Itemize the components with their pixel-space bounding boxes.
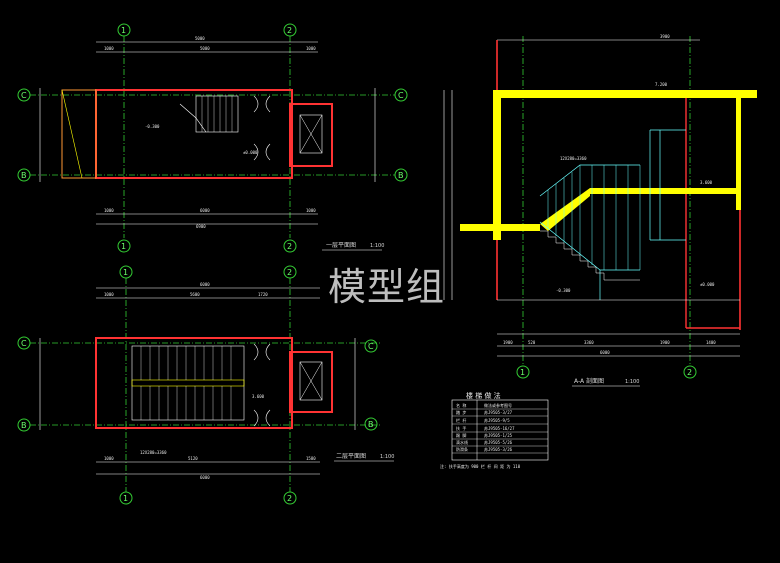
- plan2-dim-total-top: 6000: [200, 282, 210, 287]
- axis-c-left-label: C: [21, 91, 27, 100]
- table-row-6-name: 防滑条: [456, 446, 468, 452]
- plan2-axis-b-left: B: [21, 421, 27, 430]
- plan2-axis-2-top: 2: [287, 268, 292, 277]
- plan2-dim-top-1: 1000: [104, 292, 114, 297]
- plan2-axis-2-bottom: 2: [287, 494, 292, 503]
- table-row-2-name: 栏 杆: [456, 417, 466, 423]
- table-row-3-ref: 苏J9505-16/27: [484, 425, 515, 431]
- plan2-axis-1-bottom: 1: [123, 494, 128, 503]
- axis-c-right-label: C: [398, 91, 404, 100]
- axis-1-top-label: 1: [121, 26, 126, 35]
- table-row-3-name: 扶 手: [456, 425, 466, 431]
- plan2-axis-c-left: C: [21, 339, 27, 348]
- table-row-6-ref: 苏J9505-3/26: [484, 446, 513, 452]
- table-row-4-name: 踢 脚: [456, 432, 466, 438]
- plan1-dim-bottom-2: 6000: [200, 208, 210, 213]
- section-dim-5: 1400: [706, 340, 716, 345]
- table-header-ref: 做法或参考图号: [484, 402, 512, 408]
- section-dim-total: 6000: [600, 350, 610, 355]
- cad-drawing-canvas[interactable]: 1 2 1 2 C B C B 5000 1000 5000 1000 1000…: [0, 0, 780, 563]
- plan1-elev-tag: ±0.000: [243, 150, 258, 155]
- section-level-3: ±0.000: [700, 282, 715, 287]
- section-scale: 1:100: [625, 379, 639, 385]
- table-title: 楼 梯 做 法: [466, 391, 501, 400]
- plan1-title: 一层平面图: [326, 242, 356, 249]
- plan2-stair-note: 12X280=3360: [140, 450, 167, 455]
- plan1-dim-top-3: 1000: [306, 46, 316, 51]
- plan2-axis-1-top: 1: [123, 268, 128, 277]
- plan2-dim-top-2: 5600: [190, 292, 200, 297]
- stair-spec-table: 楼 梯 做 法 名 称 做法或参考图号 踏 步 苏J9505-3/27 栏 杆 …: [440, 391, 549, 469]
- plan1-dim-total-bottom: 6900: [196, 224, 206, 229]
- table-row-4-ref: 苏J9505-1/25: [484, 432, 513, 438]
- plan1-dim-top-2: 5000: [200, 46, 210, 51]
- plan-1: 1 2 1 2 C B C B 5000 1000 5000 1000 1000…: [17, 23, 408, 253]
- plan1-dim-top-1: 1000: [104, 46, 114, 51]
- table-row-2-ref: 苏J9505-9/5: [484, 417, 510, 423]
- axis-b-left-label: B: [21, 171, 27, 180]
- section-dim-2: 520: [528, 340, 536, 345]
- plan1-dim-bottom-3: 1000: [306, 208, 316, 213]
- section-a-a: 1 2 3900 7.200 3.600 ±0.000 -0.300 12X28…: [443, 34, 757, 387]
- section-level-2: 3.600: [700, 180, 713, 185]
- plan2-dim-bottom-3: 1580: [306, 456, 316, 461]
- table-row-1-name: 踏 步: [456, 409, 466, 415]
- axis-1-bottom-label: 1: [121, 242, 126, 251]
- section-stair-note: 12X280=3360: [560, 156, 587, 161]
- plan1-dim-total-top: 5000: [195, 36, 205, 41]
- section-top-dim: 3900: [660, 34, 670, 39]
- plan2-level-tag: 3.600: [252, 394, 265, 399]
- table-row-5-name: 滴水线: [456, 439, 468, 445]
- plan2-dim-total-bottom: 6000: [200, 475, 210, 480]
- section-level-1: 7.200: [655, 82, 668, 87]
- axis-b-right-label: B: [398, 171, 404, 180]
- section-dim-4: 1900: [660, 340, 670, 345]
- plan2-title: 二层平面图: [336, 453, 366, 460]
- plan2-axis-b-right: B: [368, 420, 374, 429]
- table-row-5-ref: 苏J9505-5/26: [484, 439, 513, 445]
- plan2-dim-top-3: 1720: [258, 292, 268, 297]
- plan1-level-tag: -0.300: [145, 124, 160, 129]
- plan2-dim-bottom-2: 5120: [188, 456, 198, 461]
- axis-2-top-label: 2: [287, 26, 292, 35]
- section-axis-1: 1: [520, 368, 525, 377]
- plan2-axis-c-right: C: [368, 342, 374, 351]
- plan2-dim-bottom-1: 1000: [104, 456, 114, 461]
- section-title: A-A 剖面图: [574, 377, 604, 385]
- section-axis-2: 2: [687, 368, 692, 377]
- plan1-dim-bottom-1: 1000: [104, 208, 114, 213]
- watermark-text: 模型组: [328, 265, 446, 309]
- table-header-name: 名 称: [456, 402, 466, 408]
- plan2-scale: 1:100: [380, 454, 394, 460]
- table-row-1-ref: 苏J9505-3/27: [484, 409, 513, 415]
- table-footnote: 注: 扶手高度为 900 栏 杆 间 距 为 110: [440, 463, 521, 469]
- section-level-4: -0.300: [556, 288, 571, 293]
- plan1-scale: 1:100: [370, 243, 384, 249]
- axis-2-bottom-label: 2: [287, 242, 292, 251]
- section-dim-1: 1900: [503, 340, 513, 345]
- section-dim-3: 3360: [584, 340, 594, 345]
